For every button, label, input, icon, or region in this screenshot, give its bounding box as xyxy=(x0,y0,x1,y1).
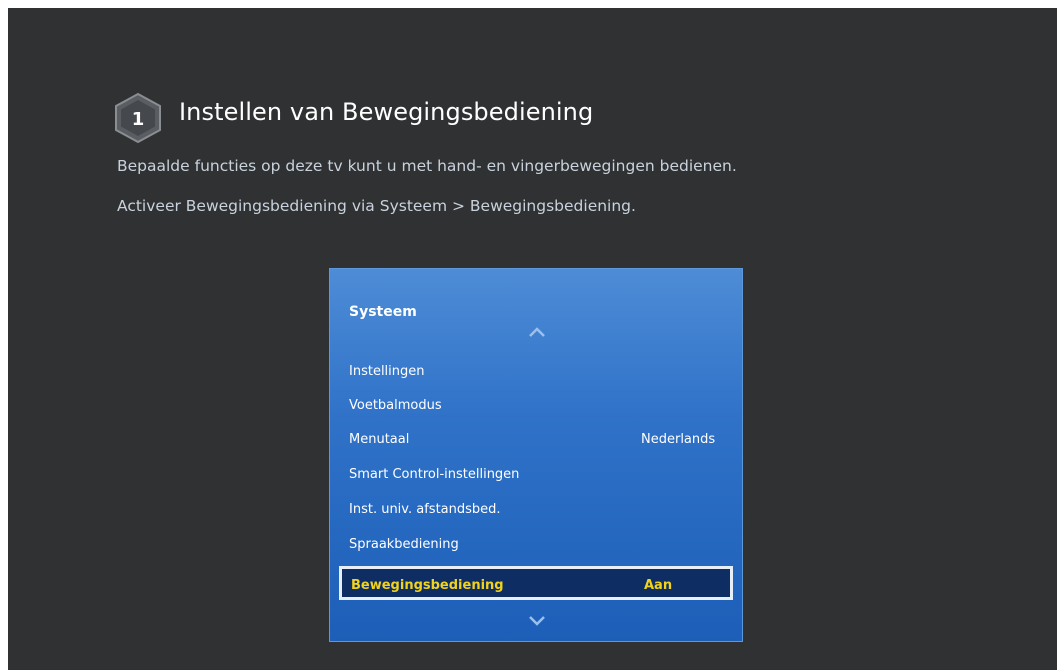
menu-item-spraakbediening[interactable]: Spraakbediening xyxy=(349,534,723,556)
step-description-2: Activeer Bewegingsbediening via Systeem … xyxy=(117,197,636,215)
menu-item-label: Voetbalmodus xyxy=(349,398,442,413)
menu-item-label: Spraakbediening xyxy=(349,537,459,552)
menu-item-label: Instellingen xyxy=(349,364,425,379)
menu-item-menutaal[interactable]: Menutaal Nederlands xyxy=(349,429,723,451)
menu-item-label: Smart Control-instellingen xyxy=(349,467,520,482)
menu-item-univ-remote[interactable]: Inst. univ. afstandsbed. xyxy=(349,499,723,521)
chevron-down-icon[interactable] xyxy=(528,615,546,627)
menu-item-label: Bewegingsbediening xyxy=(351,578,504,593)
step-number-icon: 1 xyxy=(112,92,164,144)
menu-item-smart-control[interactable]: Smart Control-instellingen xyxy=(349,464,723,486)
tv-screen: 1 Instellen van Bewegingsbediening Bepaa… xyxy=(8,8,1057,670)
menu-item-instellingen[interactable]: Instellingen xyxy=(349,361,723,383)
system-menu-panel: Systeem Instellingen Voetbalmodus Menuta… xyxy=(329,268,743,642)
menu-item-voetbalmodus[interactable]: Voetbalmodus xyxy=(349,395,723,417)
menu-item-value: Nederlands xyxy=(641,432,716,447)
menu-title: Systeem xyxy=(349,304,417,320)
chevron-up-icon[interactable] xyxy=(528,326,546,338)
menu-item-bewegingsbediening[interactable]: Bewegingsbediening Aan xyxy=(339,566,733,600)
step-title: Instellen van Bewegingsbediening xyxy=(179,98,594,126)
menu-item-value: Aan xyxy=(644,578,673,593)
step-number: 1 xyxy=(132,109,145,130)
menu-item-label: Inst. univ. afstandsbed. xyxy=(349,502,501,517)
menu-item-label: Menutaal xyxy=(349,432,410,447)
step-description-1: Bepaalde functies op deze tv kunt u met … xyxy=(117,157,737,175)
